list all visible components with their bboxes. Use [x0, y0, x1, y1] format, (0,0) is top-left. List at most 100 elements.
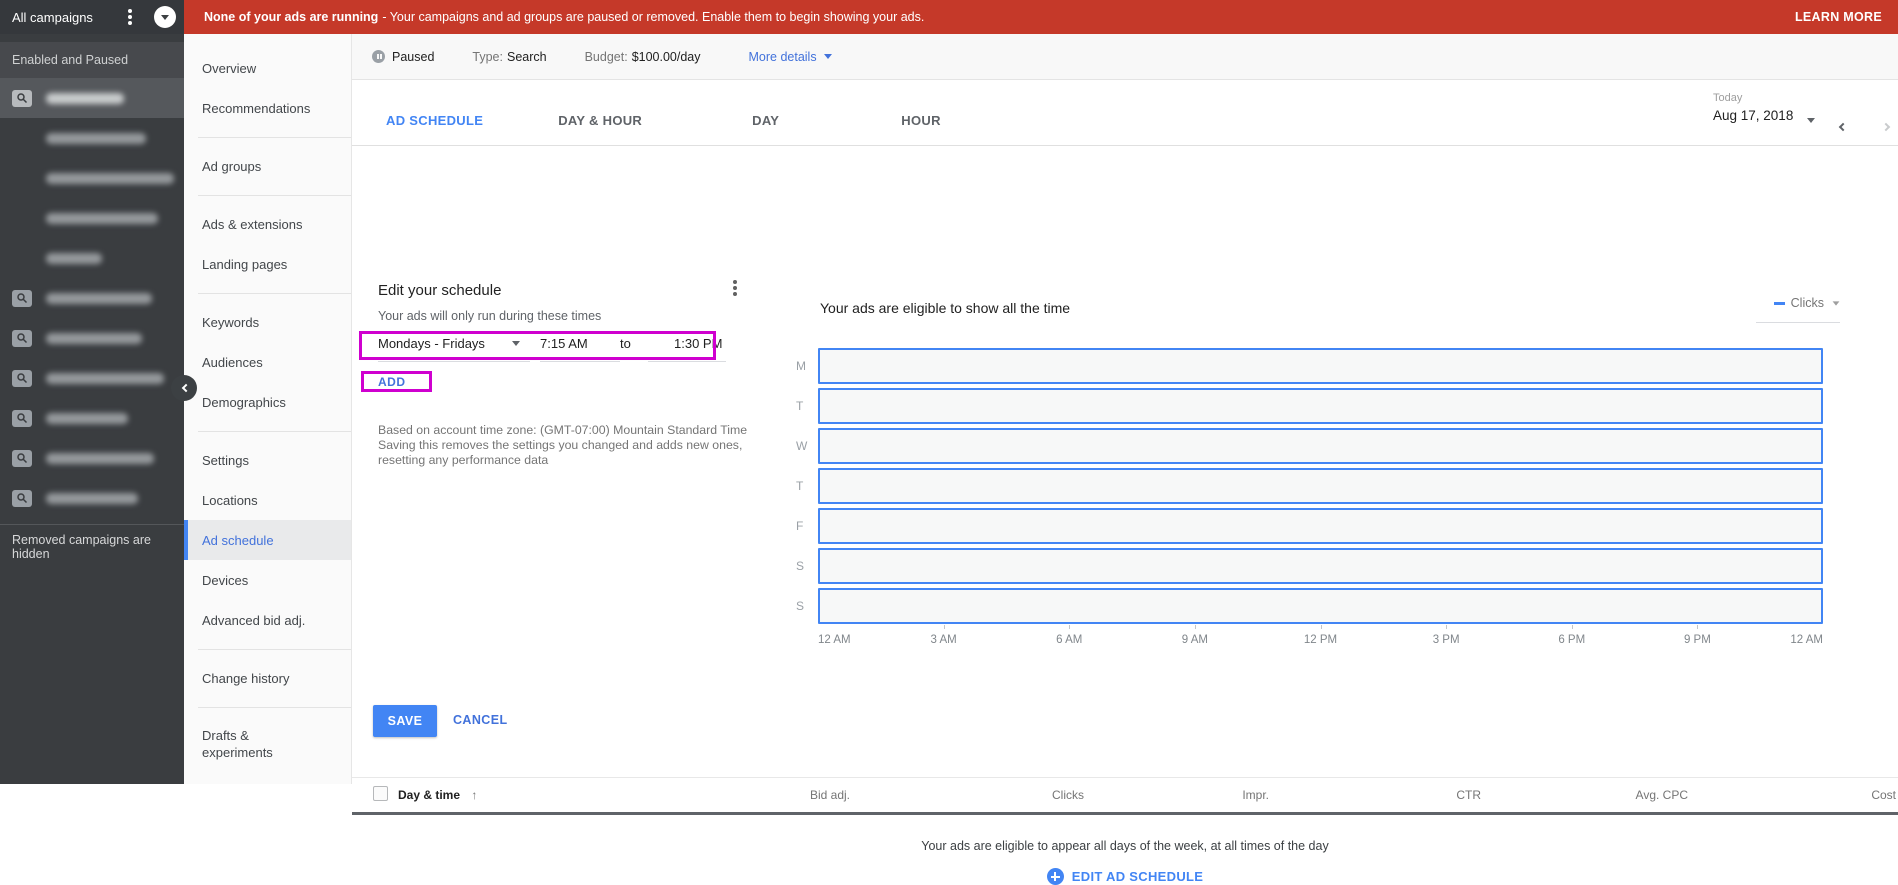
- nav-item-overview[interactable]: Overview: [184, 48, 351, 88]
- nav-divider: [184, 698, 351, 716]
- nav-item-change-history[interactable]: Change history: [184, 658, 351, 698]
- previous-date-button[interactable]: [1837, 114, 1849, 138]
- paused-status-icon: [372, 50, 385, 63]
- nav-item-label: Advanced bid adj.: [202, 612, 306, 628]
- day-label: W: [796, 439, 808, 453]
- editor-kebab-menu-icon[interactable]: [733, 286, 737, 290]
- nav-item-label: Demographics: [202, 394, 286, 410]
- nav-item-label: Settings: [202, 452, 249, 468]
- nav-item-label: Locations: [202, 492, 258, 508]
- nav-item-demographics[interactable]: Demographics: [184, 382, 351, 422]
- campaign-list-item[interactable]: [0, 398, 184, 438]
- campaign-list-item[interactable]: [0, 238, 184, 278]
- date-range-picker[interactable]: Today Aug 17, 2018: [1713, 92, 1793, 123]
- column-bid-adj[interactable]: Bid adj.: [810, 788, 850, 802]
- schedule-bar-full-day[interactable]: [818, 588, 1823, 624]
- schedule-bar-full-day[interactable]: [818, 468, 1823, 504]
- redacted-campaign-name: [46, 212, 158, 224]
- tab-hour[interactable]: HOUR: [901, 114, 940, 145]
- chevron-right-icon: [1881, 122, 1891, 132]
- collapse-panel-button[interactable]: [171, 375, 197, 401]
- select-all-checkbox[interactable]: [373, 786, 388, 801]
- nav-item-recommendations[interactable]: Recommendations: [184, 88, 351, 128]
- campaign-list-item[interactable]: [0, 118, 184, 158]
- nav-item-advanced-bid-adj[interactable]: Advanced bid adj.: [184, 600, 351, 640]
- kebab-menu-icon[interactable]: [128, 15, 132, 19]
- nav-divider: [184, 186, 351, 204]
- days-select[interactable]: Mondays - Fridays: [378, 336, 530, 351]
- campaign-list-item[interactable]: [0, 78, 184, 118]
- nav-item-keywords[interactable]: Keywords: [184, 302, 351, 342]
- next-date-button-disabled: [1880, 114, 1892, 138]
- campaign-list-item[interactable]: [0, 438, 184, 478]
- axis-tick-label: 12 AM: [1790, 634, 1823, 646]
- legend-label: Clicks: [1790, 296, 1824, 310]
- end-field-underline: [648, 361, 726, 362]
- date-dropdown-icon[interactable]: [1807, 118, 1815, 123]
- schedule-bar-full-day[interactable]: [818, 548, 1823, 584]
- nav-divider: [184, 128, 351, 146]
- add-schedule-button[interactable]: ADD: [378, 375, 406, 389]
- column-impr[interactable]: Impr.: [1242, 788, 1269, 802]
- learn-more-link[interactable]: LEARN MORE: [1795, 10, 1882, 24]
- nav-item-label: Ad schedule: [202, 532, 274, 548]
- campaign-list-item[interactable]: [0, 158, 184, 198]
- metric-select[interactable]: Clicks: [1773, 296, 1840, 310]
- campaign-list-item[interactable]: [0, 278, 184, 318]
- page-nav-menu: Overview Recommendations Ad groups Ads & ex…: [184, 34, 352, 784]
- schedule-bar-full-day[interactable]: [818, 388, 1823, 424]
- campaign-list-item[interactable]: [0, 318, 184, 358]
- column-cost[interactable]: Cost: [1871, 788, 1896, 802]
- schedule-bar-full-day[interactable]: [818, 428, 1823, 464]
- redacted-campaign-name: [46, 452, 154, 464]
- column-clicks[interactable]: Clicks: [1052, 788, 1084, 802]
- collapse-header-button[interactable]: [154, 6, 176, 28]
- nav-item-ad-schedule[interactable]: Ad schedule: [184, 520, 351, 560]
- campaign-list-item[interactable]: [0, 358, 184, 398]
- column-ctr[interactable]: CTR: [1456, 788, 1481, 802]
- nav-item-landing-pages[interactable]: Landing pages: [184, 244, 351, 284]
- axis-tick-mark: [1697, 625, 1699, 629]
- nav-divider: [184, 422, 351, 440]
- nav-item-settings[interactable]: Settings: [184, 440, 351, 480]
- nav-divider: [184, 284, 351, 302]
- nav-item-label: Recommendations: [202, 100, 311, 116]
- chart-day-row: W: [796, 428, 1823, 464]
- tab-day-hour[interactable]: DAY & HOUR: [558, 114, 642, 145]
- tab-ad-schedule[interactable]: AD SCHEDULE: [386, 114, 483, 145]
- campaign-list-item[interactable]: [0, 478, 184, 518]
- plus-circle-icon: [1046, 868, 1064, 885]
- chart-day-row: M: [796, 348, 1823, 384]
- nav-item-ads-extensions[interactable]: Ads & extensions: [184, 204, 351, 244]
- cancel-button[interactable]: CANCEL: [453, 713, 507, 727]
- edit-ad-schedule-button[interactable]: EDIT AD SCHEDULE: [352, 868, 1898, 885]
- nav-item-drafts-experiments[interactable]: Drafts & experiments: [184, 716, 351, 772]
- campaign-filter-label[interactable]: Enabled and Paused: [0, 42, 184, 78]
- search-icon: [12, 449, 32, 467]
- end-time-field[interactable]: 1:30 PM: [674, 336, 754, 351]
- start-time-field[interactable]: 7:15 AM: [540, 336, 620, 351]
- tab-day[interactable]: DAY: [752, 114, 779, 145]
- more-details-link[interactable]: More details: [749, 50, 832, 64]
- nav-item-label: Audiences: [202, 354, 263, 370]
- schedule-bar-full-day[interactable]: [818, 508, 1823, 544]
- axis-tick-label: 3 PM: [1432, 634, 1460, 646]
- nav-item-ad-groups[interactable]: Ad groups: [184, 146, 351, 186]
- column-avg-cpc[interactable]: Avg. CPC: [1636, 788, 1688, 802]
- nav-item-locations[interactable]: Locations: [184, 480, 351, 520]
- nav-item-label: Drafts & experiments: [202, 728, 273, 760]
- save-button[interactable]: SAVE: [373, 705, 437, 737]
- chart-x-axis: 12 AM 3 AM 6 AM 9 AM 12 PM 3 PM 6 PM 9 PM 12 AM: [818, 625, 1823, 648]
- schedule-bar-full-day[interactable]: [818, 348, 1823, 384]
- type-label: Type:: [472, 49, 503, 64]
- chevron-left-icon: [1838, 122, 1848, 132]
- nav-item-audiences[interactable]: Audiences: [184, 342, 351, 382]
- legend-dash-icon: [1773, 301, 1785, 305]
- divider-line: [198, 136, 351, 138]
- days-field-underline: [378, 361, 530, 362]
- redacted-campaign-name: [46, 292, 152, 304]
- column-day-and-time[interactable]: Day & time ↑: [398, 788, 477, 802]
- campaign-list-item[interactable]: [0, 198, 184, 238]
- nav-item-devices[interactable]: Devices: [184, 560, 351, 600]
- redacted-campaign-name: [46, 372, 164, 384]
